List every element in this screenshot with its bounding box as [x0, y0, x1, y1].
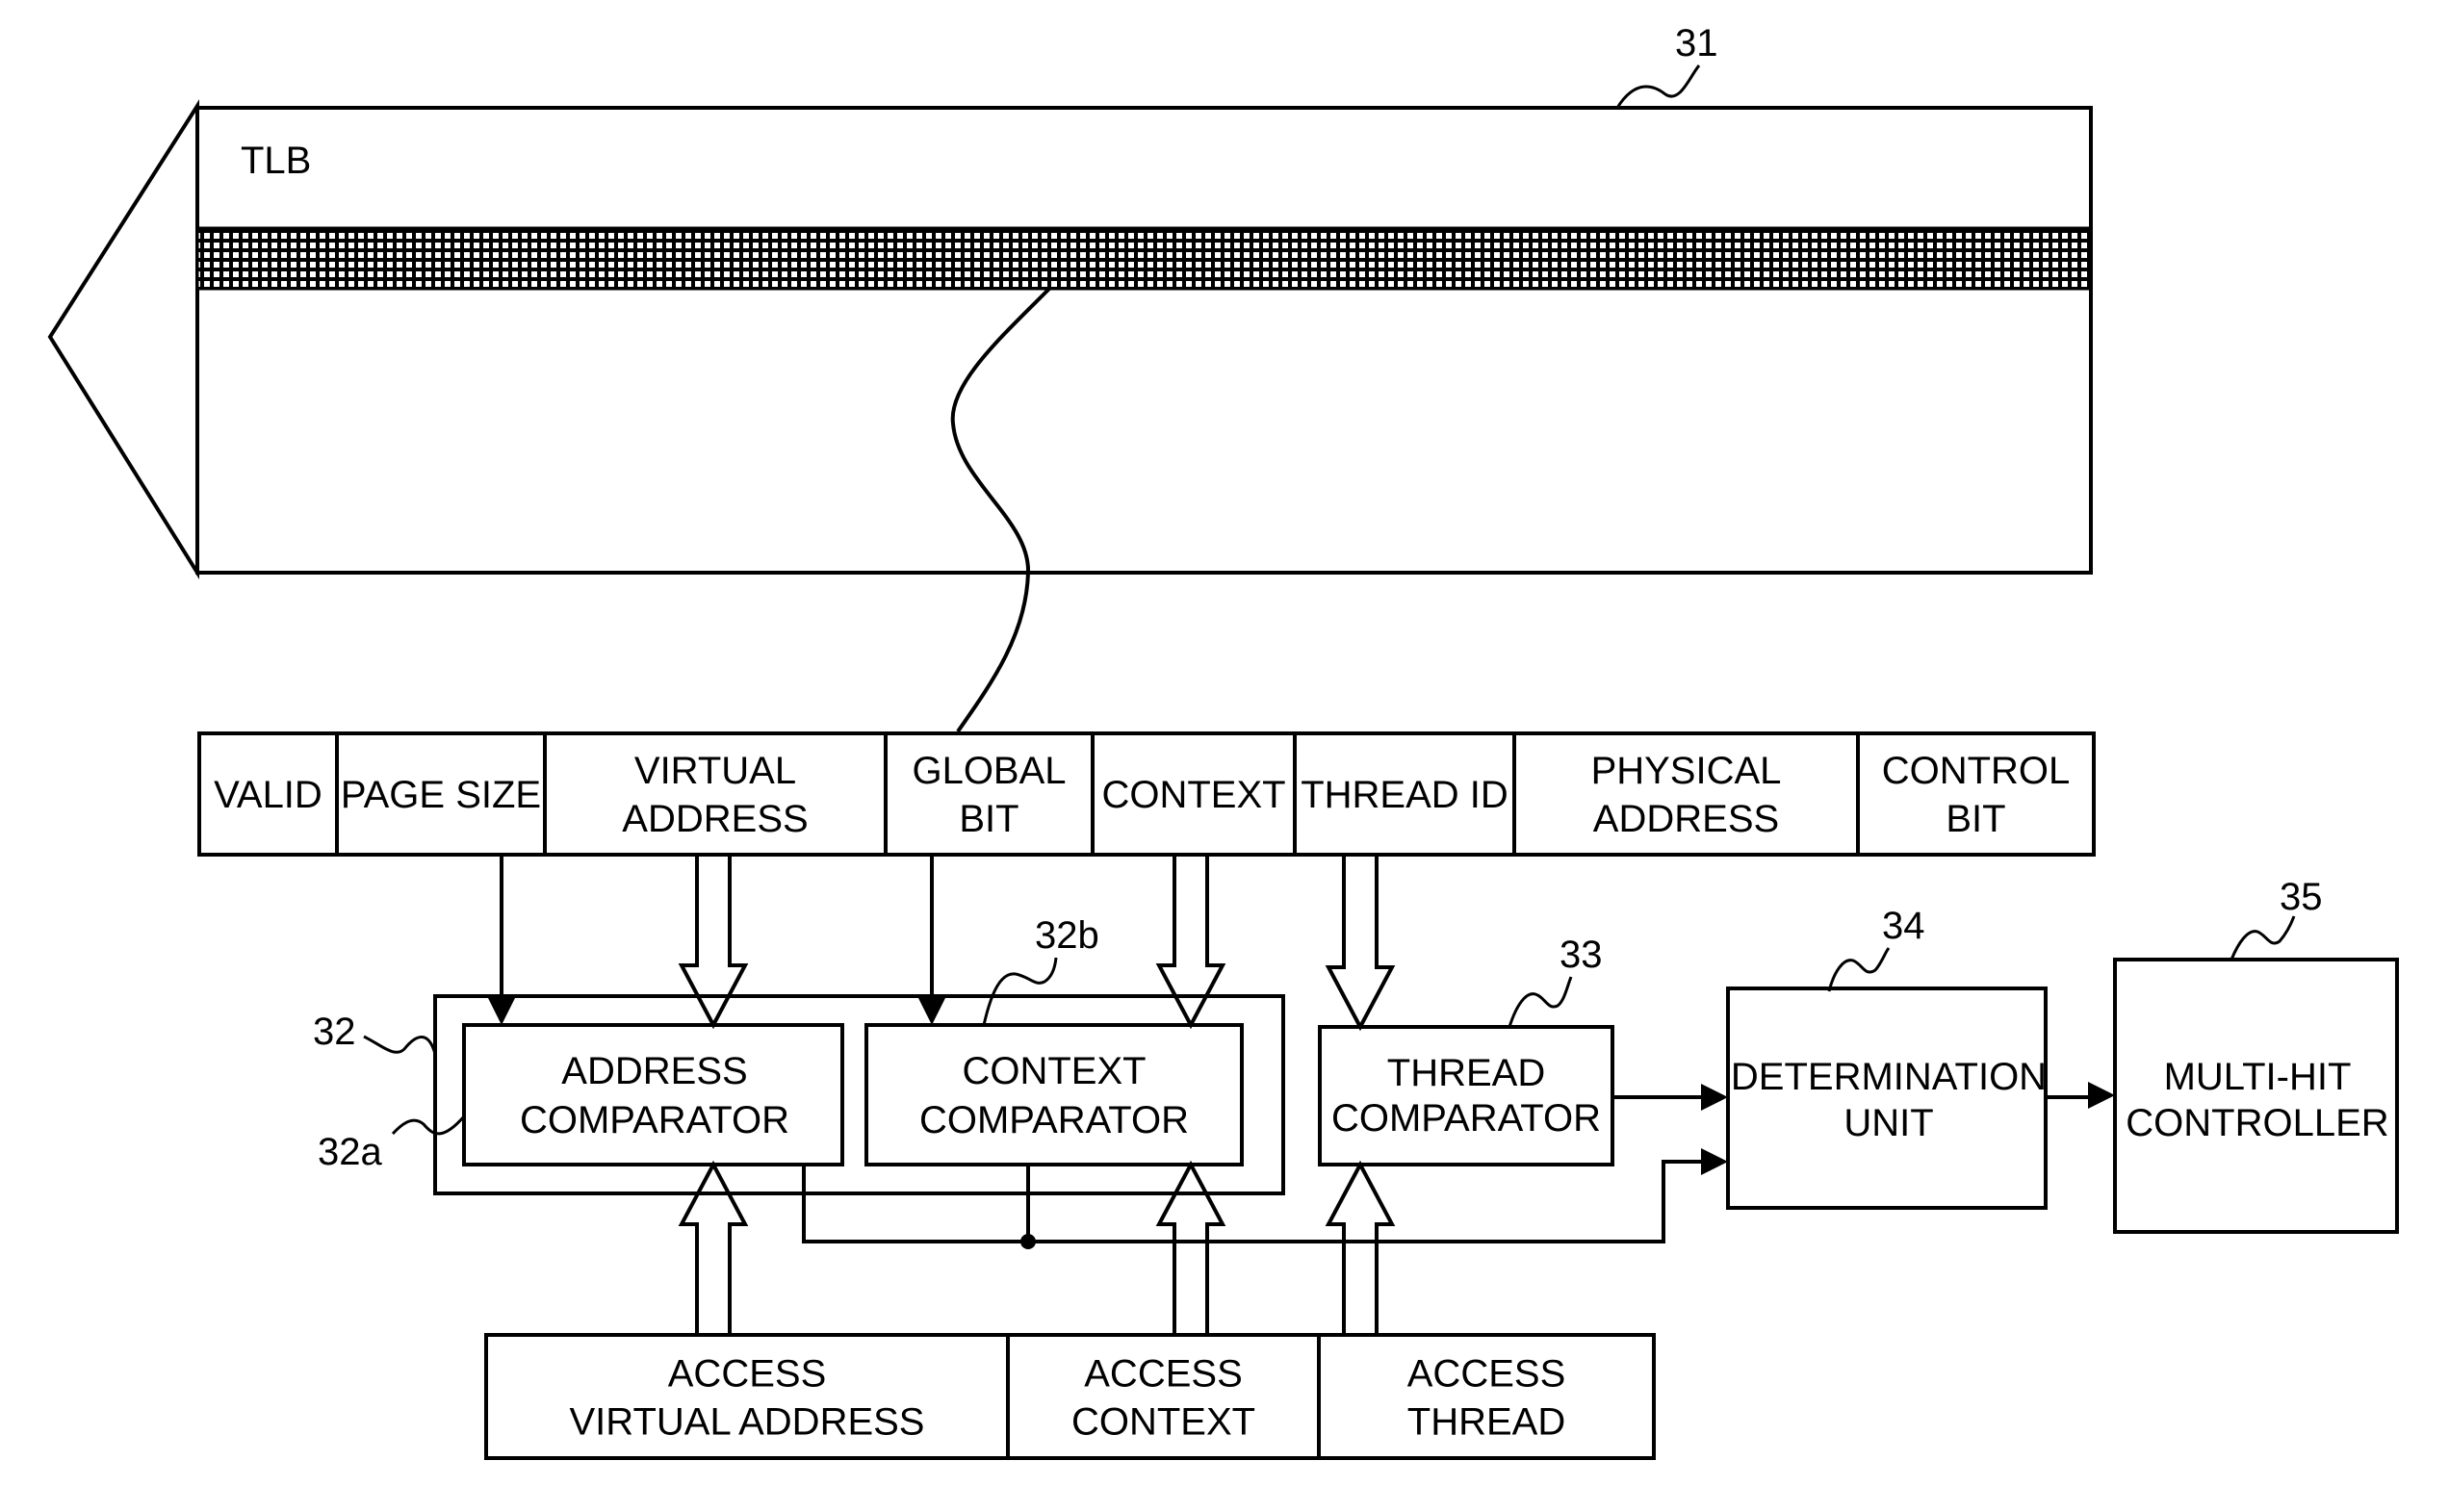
thread-id-bus-arrow [1325, 855, 1396, 1032]
control-bit-label-line1: CONTROL [1882, 750, 2071, 792]
entry-field-valid: VALID [197, 731, 339, 857]
ref-label-35: 35 [2280, 876, 2323, 918]
ref-leader-34 [1827, 947, 1891, 992]
entry-field-page-size: PAGE SIZE [335, 731, 547, 857]
context-label-line1: CONTEXT [1101, 774, 1285, 816]
entry-field-thread-id: THREAD ID [1293, 731, 1516, 857]
ref-label-32a: 32a [318, 1131, 382, 1173]
tlb-selected-entry-band [195, 226, 2093, 291]
junction-dot [1020, 1234, 1036, 1249]
context-comparator-line2: COMPARATOR [919, 1099, 1189, 1141]
access-virtual-address-label-line1: ACCESS [668, 1352, 827, 1395]
comparator-result-arrowhead [1701, 1148, 1728, 1175]
virtual-address-label-line2: ADDRESS [622, 798, 808, 840]
access-input-access-thread: ACCESS THREAD [1317, 1333, 1656, 1460]
thread-comparator-arrowhead [1701, 1084, 1728, 1111]
thread-comparator [1318, 1025, 1614, 1166]
multi-hit-controller-line1: MULTI-HIT [2164, 1056, 2352, 1098]
ref-label-34: 34 [1882, 905, 1925, 947]
page-size-label-line1: PAGE SIZE [341, 774, 541, 816]
access-input-access-context: ACCESS CONTEXT [1006, 1333, 1321, 1460]
tlb-perspective-side [47, 99, 199, 579]
access-context-label-line2: CONTEXT [1071, 1400, 1255, 1443]
context-comparator [864, 1023, 1244, 1166]
entry-field-control-bit: CONTROL BIT [1856, 731, 2096, 857]
tlb-block: TLB 31 [47, 22, 2093, 579]
virtual-address-label-line1: VIRTUAL [634, 750, 796, 792]
tlb-box [195, 106, 2093, 575]
address-comparator-line2: COMPARATOR [520, 1099, 789, 1141]
thread-comparator-line2: COMPARATOR [1331, 1097, 1601, 1140]
tlb-entry-fields: VALID PAGE SIZEVIRTUALADDRESSGLOBALBITCON… [197, 731, 2096, 857]
physical-address-label-line2: ADDRESS [1593, 798, 1779, 840]
ref-leader-33 [1508, 976, 1573, 1028]
tlb-title: TLB [241, 140, 311, 182]
physical-address-label-line1: PHYSICAL [1591, 750, 1782, 792]
ref-leader-32 [363, 1035, 437, 1055]
determination-arrowhead [2088, 1082, 2115, 1109]
determination-unit [1726, 987, 2048, 1210]
thread-id-label-line1: THREAD ID [1301, 774, 1508, 816]
address-comparator [462, 1023, 844, 1166]
ref-label-33: 33 [1560, 934, 1603, 976]
entry-field-global-bit: GLOBAL BIT [884, 731, 1095, 857]
ref-leader-35 [2230, 915, 2296, 961]
ref-leader-31 [1615, 64, 1701, 109]
control-bit-label-line2: BIT [1946, 798, 2005, 840]
entry-field-context: CONTEXT [1091, 731, 1297, 857]
global-bit-label-line1: GLOBAL [912, 750, 1066, 792]
entry-field-virtual-address: VIRTUAL ADDRESS [543, 731, 888, 857]
ref-label-32b: 32b [1035, 914, 1099, 957]
global-bit-label-line2: BIT [959, 798, 1018, 840]
context-comparator-line1: CONTEXT [962, 1050, 1146, 1092]
access-thread-label-line1: ACCESS [1407, 1352, 1566, 1395]
multi-hit-controller-line2: CONTROLLER [2126, 1102, 2388, 1144]
determination-unit-line1: DETERMINATION [1731, 1056, 2047, 1098]
valid-label-line1: VALID [214, 774, 322, 816]
access-input-access-virtual-address: ACCESS VIRTUAL ADDRESS [484, 1333, 1010, 1460]
access-inputs: ACCESSVIRTUAL ADDRESSACCESSCONTEXTACCESS… [484, 1333, 1656, 1460]
access-context-label-line1: ACCESS [1084, 1352, 1243, 1395]
access-thread-bus-arrow [1325, 1160, 1396, 1335]
ref-label-31: 31 [1675, 22, 1718, 64]
access-thread-label-line2: THREAD [1407, 1400, 1565, 1443]
access-virtual-address-label-line2: VIRTUAL ADDRESS [569, 1400, 924, 1443]
determination-unit-line2: UNIT [1843, 1102, 1933, 1144]
thread-comparator-line1: THREAD [1387, 1052, 1545, 1094]
tlb-diagram: TLB 31 VALID PAGE SIZE VIRTUAL ADDRESS GLOBA… [47, 22, 2399, 1460]
address-comparator-line1: ADDRESS [561, 1050, 747, 1092]
ref-label-32: 32 [313, 1011, 356, 1053]
entry-field-physical-address: PHYSICAL ADDRESS [1512, 731, 1860, 857]
